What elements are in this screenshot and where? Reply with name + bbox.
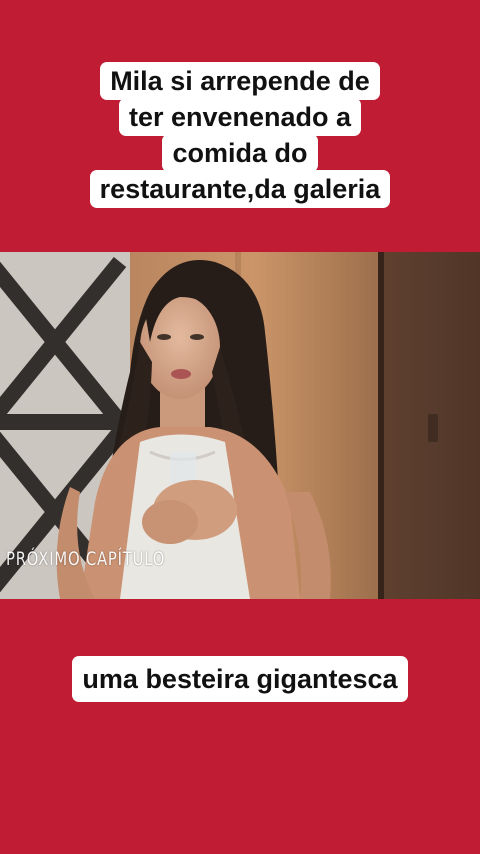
bottom-caption: uma besteira gigantesca: [0, 656, 480, 702]
bottom-caption-text: uma besteira gigantesca: [72, 656, 408, 702]
top-caption-line: comida do: [162, 134, 318, 172]
video-frame[interactable]: PRÓXIMO CAPÍTULO: [0, 252, 480, 599]
top-caption-line: ter envenenado a: [118, 98, 362, 136]
next-episode-label: PRÓXIMO CAPÍTULO: [6, 548, 166, 570]
top-caption: Mila si arrepende de ter envenenado a co…: [0, 62, 480, 208]
top-caption-line: Mila si arrepende de: [100, 62, 380, 100]
top-caption-line: restaurante,da galeria: [89, 170, 391, 208]
video-still-image: [0, 252, 480, 599]
